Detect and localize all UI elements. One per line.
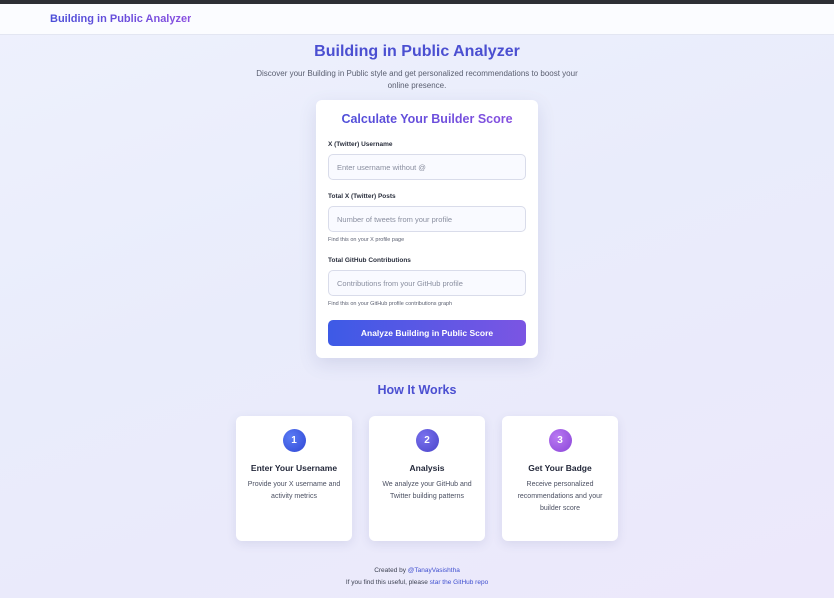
- contributions-field-group: Total GitHub Contributions Find this on …: [328, 257, 526, 307]
- how-it-works-title: How It Works: [377, 383, 457, 397]
- step-number-badge: 2: [415, 429, 439, 452]
- score-form-card: Calculate Your Builder Score X (Twitter)…: [316, 100, 538, 358]
- step-title: Analysis: [409, 463, 445, 473]
- footer-created-by: Created by: [374, 567, 406, 574]
- footer-credit-line: Created by @TanayVasishtha: [0, 565, 834, 577]
- step-card-2: 2 Analysis We analyze your GitHub and Tw…: [369, 416, 485, 541]
- footer-useful-text: If you find this useful, please: [345, 579, 428, 586]
- step-number-badge: 1: [282, 429, 306, 452]
- username-input[interactable]: [328, 154, 526, 180]
- step-number-badge: 3: [548, 429, 572, 452]
- contributions-label: Total GitHub Contributions: [328, 257, 411, 264]
- brand-logo[interactable]: Building in Public Analyzer: [50, 13, 191, 25]
- step-description: We analyze your GitHub and Twitter build…: [382, 481, 472, 500]
- contributions-hint: Find this on your GitHub profile contrib…: [328, 301, 453, 307]
- step-description: Receive personalized recommendations and…: [517, 481, 603, 512]
- page-title: Building in Public Analyzer: [314, 43, 520, 60]
- step-title: Enter Your Username: [250, 463, 338, 473]
- step-description: Provide your X username and activity met…: [247, 481, 341, 500]
- step-card-3: 3 Get Your Badge Receive personalized re…: [502, 416, 618, 541]
- contributions-input[interactable]: [328, 270, 526, 296]
- navbar: Building in Public Analyzer: [0, 4, 834, 35]
- posts-hint: Find this on your X profile page: [328, 237, 405, 243]
- page-subtitle: Discover your Building in Public style a…: [256, 69, 578, 90]
- posts-input[interactable]: [328, 206, 526, 232]
- github-repo-link[interactable]: star the GitHub repo: [430, 579, 489, 586]
- footer-repo-line: If you find this useful, please star the…: [0, 577, 834, 589]
- username-field-group: X (Twitter) Username: [328, 141, 526, 180]
- form-title: Calculate Your Builder Score: [328, 112, 526, 126]
- step-title: Get Your Badge: [528, 463, 592, 473]
- footer: Created by @TanayVasishtha If you find t…: [0, 565, 834, 589]
- posts-label: Total X (Twitter) Posts: [328, 193, 396, 200]
- analyze-button[interactable]: Analyze Building in Public Score: [328, 320, 526, 346]
- author-link[interactable]: @TanayVasishtha: [408, 567, 460, 574]
- step-card-1: 1 Enter Your Username Provide your X use…: [236, 416, 352, 541]
- posts-field-group: Total X (Twitter) Posts Find this on you…: [328, 193, 526, 243]
- username-label: X (Twitter) Username: [328, 141, 393, 148]
